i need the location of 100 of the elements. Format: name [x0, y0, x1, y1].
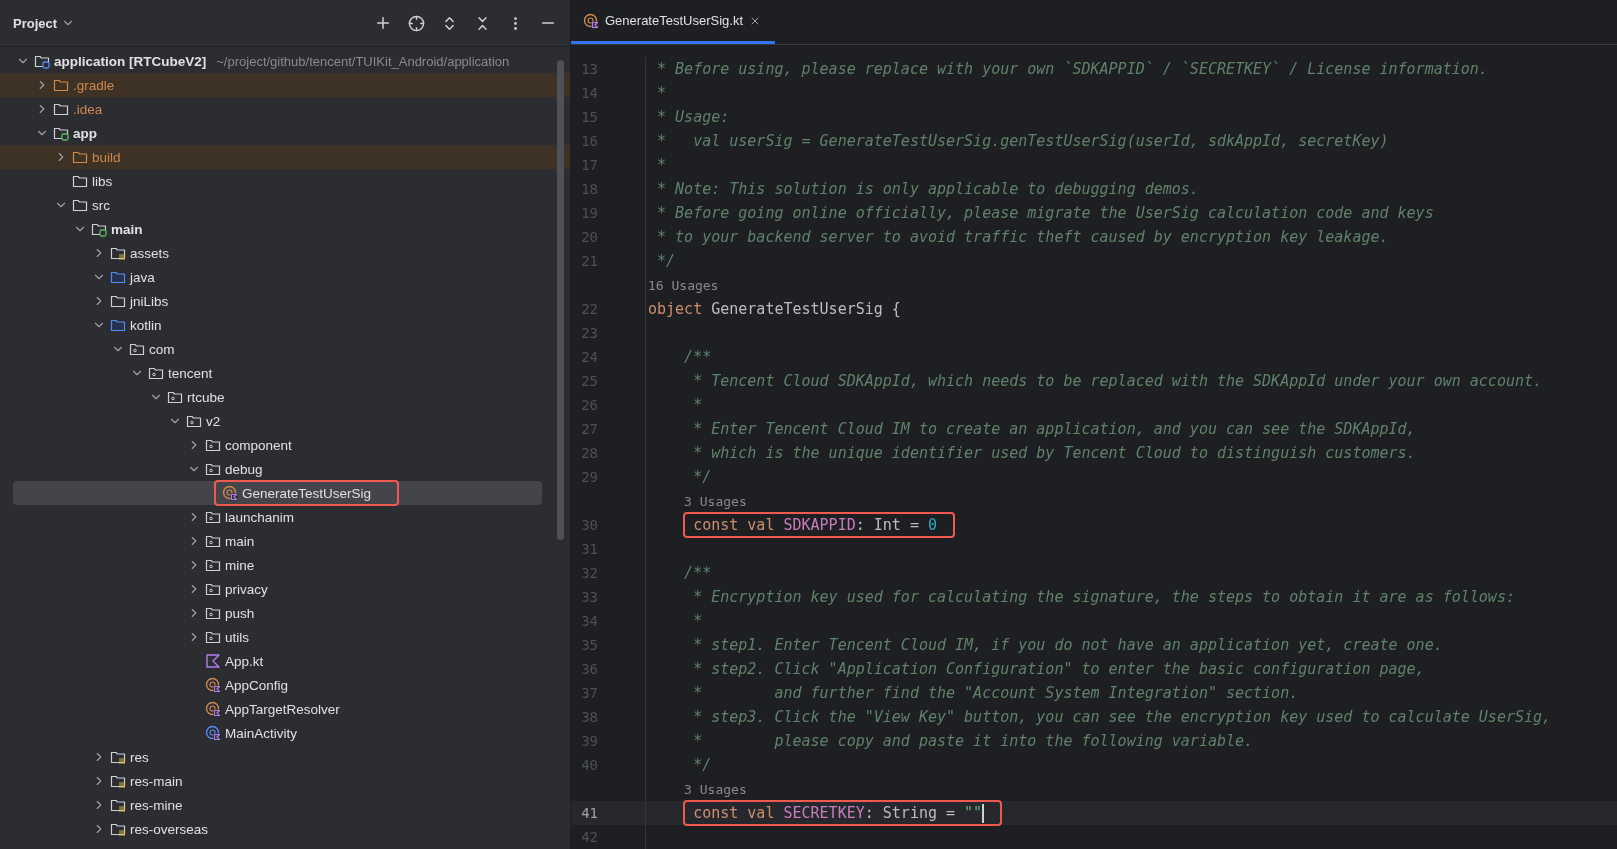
- code-text: : Int =: [855, 516, 920, 534]
- package-folder-icon: [205, 533, 221, 549]
- tree-item[interactable]: MainActivity: [225, 725, 297, 741]
- tree-item[interactable]: App.kt: [225, 653, 264, 669]
- tree-item[interactable]: .idea: [73, 101, 103, 117]
- package-folder-icon: [205, 581, 221, 597]
- tree-item[interactable]: launchanim: [225, 509, 295, 525]
- folder-icon: [72, 173, 88, 189]
- code-comment: * which is the unique identifier used by Tencent Cloud to distinguish customers.: [692, 444, 1416, 462]
- code-comment: /**: [683, 564, 712, 582]
- excluded-tree-row[interactable]: .gradle: [0, 73, 570, 97]
- package-folder-icon: [148, 365, 164, 381]
- tree-item[interactable]: assets: [130, 245, 170, 261]
- line-number: 41: [581, 805, 598, 821]
- kotlin-class-icon: [222, 485, 238, 501]
- code-constant: SECRETKEY: [783, 804, 865, 822]
- tree-item[interactable]: app: [73, 125, 97, 141]
- code-comment: * Tencent Cloud SDKAppId, which needs to be replaced with the SDKAppId under your own account.: [692, 372, 1543, 390]
- tree-item[interactable]: component: [225, 437, 292, 453]
- crosshair-icon[interactable]: [407, 14, 425, 32]
- code-comment: /**: [683, 348, 712, 366]
- package-folder-icon: [186, 413, 202, 429]
- tree-item[interactable]: res-mine: [130, 797, 183, 813]
- code-number: 0: [927, 516, 937, 534]
- code-text: : String =: [864, 804, 957, 822]
- tree-item[interactable]: main: [111, 221, 143, 237]
- folder-icon: [72, 197, 88, 213]
- project-view-dropdown[interactable]: Project: [13, 15, 76, 31]
- code-comment: * step2. Click "Application Configuration" to enter the basic configuration page,: [692, 660, 1425, 678]
- package-folder-icon: [205, 557, 221, 573]
- tree-item[interactable]: rtcube: [187, 389, 225, 405]
- kotlin-class-icon: [205, 677, 221, 693]
- code-comment: * Note: This solution is only applicable to debugging demos.: [656, 180, 1199, 198]
- folder-icon: [110, 821, 126, 837]
- tree-item[interactable]: res-main: [130, 773, 183, 789]
- code-comment: * to your backend server to avoid traffic theft caused by encryption key leakage.: [656, 228, 1389, 246]
- plus-icon[interactable]: [374, 14, 392, 32]
- code-comment: *: [692, 612, 703, 630]
- tree-item[interactable]: v2: [206, 413, 221, 429]
- folder-icon: [110, 797, 126, 813]
- folder-icon: [91, 221, 107, 237]
- tree-item[interactable]: src: [92, 197, 110, 213]
- folder-icon: [110, 293, 126, 309]
- tree-item[interactable]: com: [149, 341, 175, 357]
- code-comment: * Usage:: [656, 108, 730, 126]
- code-comment: *: [656, 156, 667, 174]
- tree-item[interactable]: build: [92, 149, 121, 165]
- editor-tab[interactable]: GenerateTestUserSig.kt: [571, 0, 775, 44]
- scrollbar[interactable]: [557, 60, 564, 540]
- code-text: GenerateTestUserSig {: [710, 300, 901, 318]
- tree-item[interactable]: debug: [225, 461, 263, 477]
- tree-item[interactable]: libs: [92, 173, 113, 189]
- code-comment: * val userSig = GenerateTestUserSig.genTestUserSig(userId, sdkAppId, secretKey): [656, 132, 1389, 150]
- tree-item[interactable]: GenerateTestUserSig: [242, 485, 372, 501]
- tree-item[interactable]: AppTargetResolver: [225, 701, 340, 717]
- folder-icon: [110, 317, 126, 333]
- code-comment: */: [692, 756, 712, 774]
- tree-item[interactable]: res-overseas: [130, 821, 209, 837]
- code-comment: * Enter Tencent Cloud IM to create an application, and you can see the SDKAppId,: [692, 420, 1416, 438]
- code-comment: */: [692, 468, 712, 486]
- tree-item[interactable]: tencent: [168, 365, 213, 381]
- tree-item[interactable]: .gradle: [73, 77, 115, 93]
- package-folder-icon: [129, 341, 145, 357]
- package-folder-icon: [205, 461, 221, 477]
- code-keyword: const val: [693, 516, 776, 534]
- code-comment: * and further find the "Account System Integration" section.: [692, 684, 1299, 702]
- code-comment: * Before going online officially, please migrate the UserSig calculation code and keys: [656, 204, 1434, 222]
- code-comment: * Encryption key used for calculating the signature, the steps to obtain it are as follows:: [692, 588, 1515, 606]
- tree-item[interactable]: AppConfig: [225, 677, 289, 693]
- project-path: ~/project/github/tencent/TUIKit_Android/application: [216, 53, 510, 69]
- tab-label: GenerateTestUserSig.kt: [605, 13, 743, 28]
- folder-icon: [110, 245, 126, 261]
- usages-hint[interactable]: 16 Usages: [648, 277, 719, 293]
- tree-item[interactable]: kotlin: [130, 317, 162, 333]
- code-comment: * please copy and paste it into the following variable.: [692, 732, 1254, 750]
- folder-icon: [110, 749, 126, 765]
- selected-tree-row[interactable]: GenerateTestUserSig: [13, 481, 542, 505]
- folder-icon: [110, 269, 126, 285]
- excluded-tree-row[interactable]: build: [0, 145, 570, 169]
- kotlin-file-icon: [205, 653, 221, 669]
- tree-item[interactable]: main: [225, 533, 255, 549]
- tree-item[interactable]: jniLibs: [130, 293, 169, 309]
- tree-item[interactable]: utils: [225, 629, 249, 645]
- tree-item[interactable]: mine: [225, 557, 255, 573]
- tree-item[interactable]: push: [225, 605, 255, 621]
- text-caret: [982, 803, 985, 823]
- code-keyword: const val: [693, 804, 776, 822]
- tree-item[interactable]: res: [130, 749, 149, 765]
- tree-item[interactable]: java: [130, 269, 155, 285]
- code-comment: *: [656, 84, 667, 102]
- code-comment: * Before using, please replace with your own `SDKAPPID` / `SECRETKEY` / License information.: [656, 60, 1488, 78]
- code-comment: */: [656, 252, 676, 270]
- usages-hint[interactable]: 3 Usages: [684, 781, 747, 797]
- folder-icon: [53, 125, 69, 141]
- package-folder-icon: [205, 509, 221, 525]
- package-folder-icon: [205, 605, 221, 621]
- code-comment: * step1. Enter Tencent Cloud IM, if you do not have an application yet, create one.: [692, 636, 1443, 654]
- tree-item[interactable]: application [RTCubeV2]: [54, 53, 207, 69]
- usages-hint[interactable]: 3 Usages: [684, 493, 747, 509]
- tree-item[interactable]: privacy: [225, 581, 268, 597]
